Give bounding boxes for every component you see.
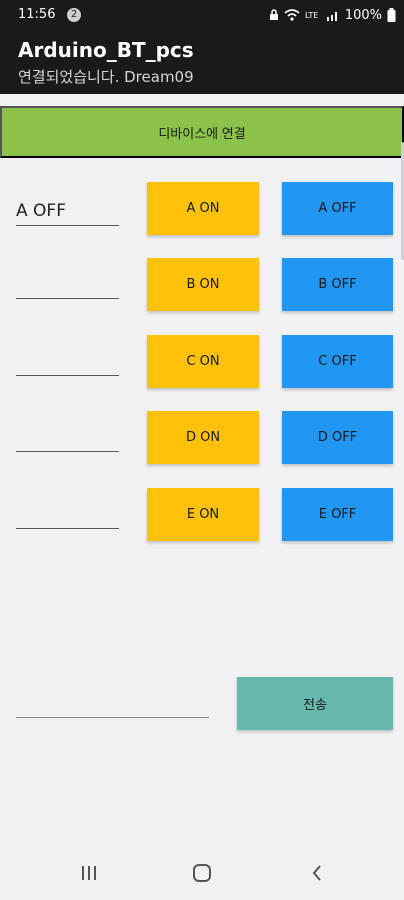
a-on-button[interactable]: A ON	[147, 182, 259, 235]
status-field-d[interactable]	[16, 412, 119, 452]
status-field-c[interactable]	[16, 336, 119, 376]
signal-icon	[326, 12, 337, 21]
status-field-a[interactable]: A OFF	[16, 186, 119, 226]
recent-apps-button[interactable]	[76, 860, 102, 886]
lte-icon: LTE	[305, 11, 318, 20]
d-on-button[interactable]: D ON	[147, 411, 259, 464]
status-icons: LTE 100%	[269, 6, 396, 24]
app-title: Arduino_BT_pcs	[18, 38, 194, 62]
b-on-button[interactable]: B ON	[147, 258, 259, 311]
c-off-button[interactable]: C OFF	[282, 335, 393, 388]
battery-icon	[387, 8, 396, 22]
connect-device-button[interactable]: 디바이스에 연결	[0, 106, 404, 158]
a-off-button[interactable]: A OFF	[282, 182, 393, 235]
c-on-button[interactable]: C ON	[147, 335, 259, 388]
system-nav-bar	[0, 846, 404, 900]
back-icon	[312, 865, 321, 881]
home-button[interactable]	[189, 860, 215, 886]
connection-status-subtitle: 연결되었습니다. Dream09	[18, 68, 194, 86]
app-header: 11:56 2 LTE 100% Arduino_BT_pcs 연결되었습니다.…	[0, 0, 404, 94]
back-button[interactable]	[304, 860, 330, 886]
e-on-button[interactable]: E ON	[147, 488, 259, 541]
lock-icon	[269, 9, 278, 20]
status-field-e[interactable]	[16, 489, 119, 529]
status-time: 11:56	[18, 7, 56, 22]
send-button[interactable]: 전송	[237, 677, 393, 730]
notification-count-badge: 2	[67, 8, 81, 22]
recent-apps-icon	[82, 866, 96, 880]
e-off-button[interactable]: E OFF	[282, 488, 393, 541]
wifi-icon	[284, 9, 300, 21]
home-icon	[193, 864, 211, 882]
battery-percent: 100%	[344, 7, 382, 23]
svg-text:LTE: LTE	[305, 11, 318, 20]
b-off-button[interactable]: B OFF	[282, 258, 393, 311]
status-bar: 11:56 2 LTE 100%	[0, 0, 404, 30]
send-text-input[interactable]	[16, 676, 209, 718]
status-field-b[interactable]	[16, 259, 119, 299]
d-off-button[interactable]: D OFF	[282, 411, 393, 464]
